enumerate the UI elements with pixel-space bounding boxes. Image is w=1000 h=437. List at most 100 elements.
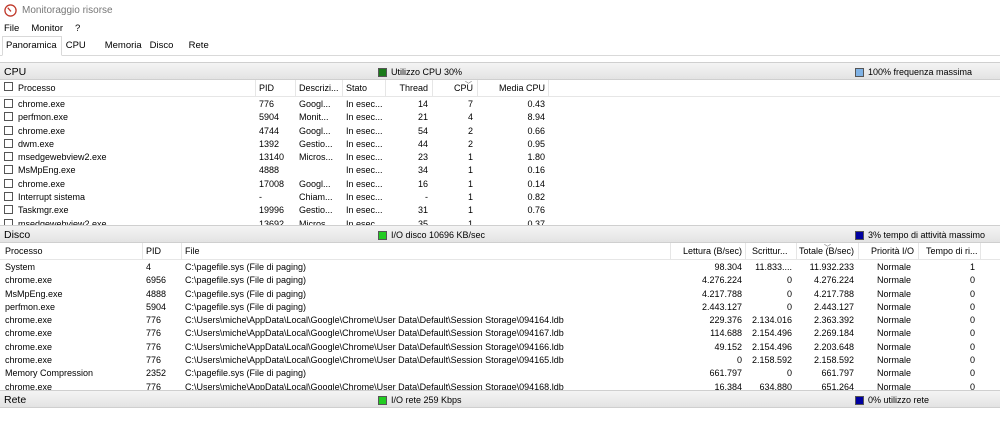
disk-cell: Normale — [876, 381, 911, 390]
network-io-swatch — [378, 395, 387, 405]
cpu-table-row[interactable]: msedgewebview2.exe 13140 Micros... In esec.… — [0, 150, 1000, 163]
cpu-table-row[interactable]: msedgewebview2.exe 13692 Micros... In esec.… — [0, 217, 1000, 225]
disk-section-header[interactable]: Disco I/O disco 10696 KB/sec 3% tempo di… — [0, 225, 1000, 243]
disk-table-row[interactable]: perfmon.exe 5904 C:\pagefile.sys (File di … — [0, 300, 1000, 313]
cpu-cell: In esec... — [346, 192, 383, 203]
cpu-cell: 0.95 — [527, 138, 545, 149]
cpu-table-row[interactable]: chrome.exe 17008 Googl... In esec... 16 1 0.14 — [0, 177, 1000, 190]
cpu-table-row[interactable]: Interrupt sistema - Chiam... In esec... - 1 0.… — [0, 190, 1000, 203]
disk-cell: 776 — [146, 355, 162, 366]
tab-overview[interactable]: Panoramica — [2, 36, 62, 56]
cpu-max-freq-swatch — [855, 67, 864, 77]
col-cpu[interactable]: CPU — [433, 83, 473, 93]
disk-table-row[interactable]: chrome.exe 6956 C:\pagefile.sys (File di p… — [0, 273, 1000, 286]
process-checkbox[interactable] — [4, 165, 13, 175]
disk-cell: 0 — [786, 368, 792, 379]
disk-cell: 2.158.592 — [813, 355, 854, 366]
cpu-table-row[interactable]: perfmon.exe 5904 Monit... In esec... 21 4 8.94 — [0, 110, 1000, 123]
col-disk-priorita[interactable]: Priorità I/O — [859, 246, 914, 256]
disk-table-row[interactable]: chrome.exe 776 C:\Users\miche\AppData\Loca… — [0, 326, 1000, 339]
network-section-header[interactable]: Rete I/O rete 259 Kbps 0% utilizzo rete — [0, 390, 1000, 408]
title-bar: Monitoraggio risorse — [0, 0, 1000, 20]
col-disk-totale[interactable]: Totale (B/sec) — [797, 246, 854, 256]
cpu-cell: 4888 — [259, 165, 280, 176]
col-disk-tempo[interactable]: Tempo di ri... — [926, 246, 978, 256]
process-checkbox[interactable] — [4, 178, 13, 188]
disk-cell: 0 — [969, 301, 975, 312]
cpu-cell: 54 — [417, 125, 428, 136]
disk-cell: Normale — [876, 262, 911, 272]
disk-table-row[interactable]: MsMpEng.exe 4888 C:\pagefile.sys (File di … — [0, 287, 1000, 300]
col-media-cpu[interactable]: Media CPU — [478, 83, 545, 93]
disk-cell: chrome.exe — [5, 355, 53, 366]
process-checkbox[interactable] — [4, 138, 13, 148]
cpu-cell: 1 — [467, 152, 473, 163]
cpu-cell: msedgewebview2.exe — [18, 152, 107, 163]
col-disk-lettura[interactable]: Lettura (B/sec) — [671, 246, 742, 256]
col-disk-scrittura[interactable]: Scrittur... — [752, 246, 794, 256]
disk-cell: C:\pagefile.sys (File di paging) — [185, 275, 307, 286]
cpu-section-header[interactable]: CPU Utilizzo CPU 30% 100% frequenza mass… — [0, 62, 1000, 80]
select-all-checkbox[interactable] — [4, 82, 13, 91]
process-checkbox[interactable] — [4, 125, 13, 135]
cpu-cell: Gestio... — [299, 138, 333, 149]
cpu-cell: 0.76 — [527, 205, 545, 216]
process-checkbox[interactable] — [4, 205, 13, 215]
cpu-cell: 1.80 — [527, 152, 545, 163]
disk-table-row[interactable]: Memory Compression 2352 C:\pagefile.sys (F… — [0, 366, 1000, 379]
cpu-table-row[interactable]: MsMpEng.exe 4888 In esec... 34 1 0.16 — [0, 163, 1000, 176]
cpu-cell: Chiam... — [299, 192, 333, 203]
disk-table-row[interactable]: chrome.exe 776 C:\Users\miche\AppData\Loca… — [0, 353, 1000, 366]
tab-network[interactable]: Rete — [186, 37, 213, 55]
disk-cell: 0 — [969, 368, 975, 379]
cpu-process-table: Processo PID Descrizi... Stato Thread ﹀ … — [0, 80, 1000, 225]
process-checkbox[interactable] — [4, 152, 13, 162]
col-disk-file[interactable]: File — [185, 246, 200, 256]
disk-section-title: Disco — [4, 229, 31, 241]
tab-disk[interactable]: Disco — [147, 37, 185, 55]
disk-table-row[interactable]: chrome.exe 776 C:\Users\miche\AppData\Loca… — [0, 340, 1000, 353]
disk-table-row[interactable]: chrome.exe 776 C:\Users\miche\AppData\Loca… — [0, 313, 1000, 326]
disk-cell: 4 — [146, 262, 152, 272]
disk-table-row[interactable]: chrome.exe 776 C:\Users\miche\AppData\Loca… — [0, 380, 1000, 390]
col-descrizione[interactable]: Descrizi... — [299, 83, 339, 93]
menu-file[interactable]: File — [4, 23, 19, 34]
disk-cell: 4.276.224 — [813, 275, 854, 286]
cpu-cell: In esec... — [346, 138, 383, 149]
cpu-table-row[interactable]: Taskmgr.exe 19996 Gestio... In esec... 31 1 0.… — [0, 203, 1000, 216]
disk-cell: 4888 — [146, 288, 167, 299]
process-checkbox[interactable] — [4, 112, 13, 122]
cpu-cell: 1 — [467, 178, 473, 189]
menu-monitor[interactable]: Monitor — [31, 23, 63, 34]
cpu-usage-swatch — [378, 67, 387, 77]
cpu-table-row[interactable]: chrome.exe 776 Googl... In esec... 14 7 0.43 — [0, 97, 1000, 110]
col-stato[interactable]: Stato — [346, 83, 367, 93]
disk-cell: chrome.exe — [5, 341, 53, 352]
cpu-cell: Googl... — [299, 99, 331, 109]
disk-cell: 661.797 — [821, 368, 854, 379]
menu-help[interactable]: ? — [75, 23, 80, 34]
disk-cell: 2.363.392 — [813, 315, 854, 326]
col-disk-pid[interactable]: PID — [146, 246, 161, 256]
col-thread[interactable]: Thread — [386, 83, 428, 93]
cpu-cell: dwm.exe — [18, 138, 55, 149]
cpu-table-row[interactable]: dwm.exe 1392 Gestio... In esec... 44 2 0.95 — [0, 137, 1000, 150]
disk-cell: 0 — [786, 288, 792, 299]
cpu-table-row[interactable]: chrome.exe 4744 Googl... In esec... 54 2 0.66 — [0, 124, 1000, 137]
process-checkbox[interactable] — [4, 99, 13, 108]
cpu-cell: - — [259, 192, 262, 203]
col-pid[interactable]: PID — [259, 83, 274, 93]
process-checkbox[interactable] — [4, 192, 13, 202]
col-processo[interactable]: Processo — [18, 83, 56, 93]
disk-cell: MsMpEng.exe — [5, 288, 63, 299]
tab-cpu[interactable]: CPU — [63, 37, 101, 55]
disk-table-row[interactable]: System 4 C:\pagefile.sys (File di paging) 9… — [0, 260, 1000, 273]
disk-cell: 0 — [969, 328, 975, 339]
tab-memory[interactable]: Memoria — [102, 37, 146, 55]
cpu-cell: perfmon.exe — [18, 112, 69, 123]
cpu-max-freq-indicator: 100% frequenza massima — [855, 67, 972, 77]
col-disk-processo[interactable]: Processo — [5, 246, 43, 256]
disk-cell: chrome.exe — [5, 315, 53, 326]
cpu-cell: Micros... — [299, 152, 334, 163]
cpu-section-title: CPU — [4, 66, 27, 78]
